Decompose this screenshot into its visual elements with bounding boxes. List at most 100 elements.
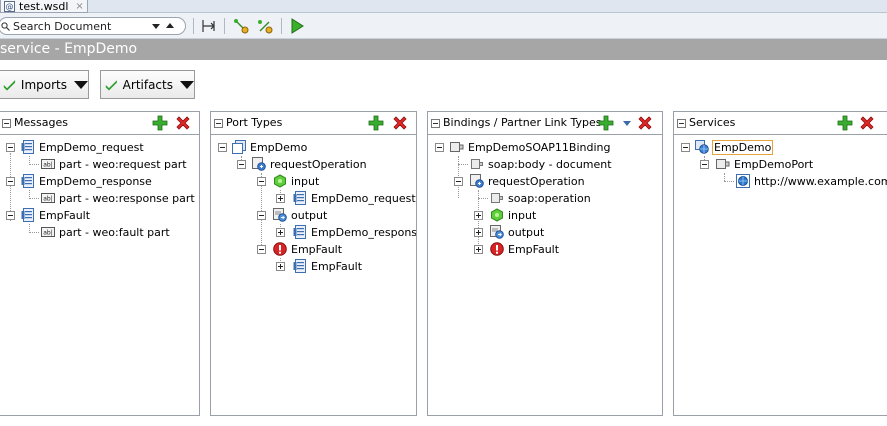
service-header: service - EmpDemo — [0, 39, 887, 60]
tree-node-operation[interactable]: requestOperation — [470, 173, 585, 189]
delete-icon[interactable] — [175, 115, 191, 131]
delete-icon[interactable] — [859, 115, 875, 131]
tree-line — [724, 173, 725, 181]
bindings-title: Bindings / Partner Link Types — [443, 116, 602, 129]
tree-toggle[interactable] — [257, 245, 266, 254]
tree-node-part[interactable]: part - weo:request part — [41, 156, 187, 172]
tree-node-message[interactable]: EmpDemo_response — [21, 173, 152, 189]
tree-node-part[interactable]: part - weo:fault part — [41, 224, 170, 240]
delete-icon[interactable] — [637, 115, 653, 131]
message-icon — [293, 191, 307, 205]
fault-icon — [273, 242, 287, 256]
node-label: input — [291, 174, 320, 188]
tree-toggle[interactable] — [276, 194, 285, 203]
messages-panel: Messages EmpDemo_request part - weo:requ… — [0, 111, 200, 416]
tree-toggle[interactable] — [6, 177, 15, 186]
delete-icon[interactable] — [392, 115, 408, 131]
imports-button[interactable]: Imports — [0, 70, 89, 99]
toolbar: Search Document — [0, 13, 887, 39]
tree-node-message-ref[interactable]: EmpDemo_request — [293, 190, 416, 206]
binding-icon — [450, 140, 464, 154]
expand-all-icon[interactable] — [232, 17, 250, 35]
tree-node-soap-operation[interactable]: soap:operation — [490, 190, 591, 206]
tree-toggle[interactable] — [700, 160, 709, 169]
node-label: soap:body - document — [488, 157, 612, 171]
panel-collapse-icon[interactable] — [2, 119, 11, 128]
tree-toggle[interactable] — [276, 228, 285, 237]
tree-toggle[interactable] — [435, 143, 444, 152]
part-icon — [41, 157, 55, 171]
operation-icon — [252, 157, 266, 171]
tree-node-service[interactable]: EmpDemo — [695, 139, 774, 155]
message-icon — [21, 174, 35, 188]
tree-line — [29, 164, 39, 165]
output-icon — [273, 208, 287, 222]
panel-collapse-icon[interactable] — [431, 119, 440, 128]
tree-node-input[interactable]: input — [490, 207, 536, 223]
panel-collapse-icon[interactable] — [214, 119, 223, 128]
tree-node-part[interactable]: part - weo:response part — [41, 190, 195, 206]
tree-node-input[interactable]: input — [273, 173, 319, 189]
add-icon[interactable] — [598, 115, 614, 131]
tree-node-soap-body[interactable]: soap:body - document — [470, 156, 612, 172]
close-icon[interactable]: × — [75, 1, 83, 12]
tree-node-output[interactable]: output — [273, 207, 327, 223]
chevron-down-icon[interactable] — [623, 121, 631, 126]
add-icon[interactable] — [837, 115, 853, 131]
search-next-icon[interactable] — [152, 24, 160, 29]
services-title: Services — [689, 116, 736, 129]
tree-node-fault[interactable]: EmpFault — [490, 241, 559, 257]
tree-node-binding[interactable]: EmpDemoSOAP11Binding — [450, 139, 611, 155]
tree-node-message[interactable]: EmpDemo_request — [21, 139, 144, 155]
tree-line — [29, 232, 39, 233]
tree-node-operation[interactable]: requestOperation — [252, 156, 367, 172]
tree-toggle[interactable] — [257, 211, 266, 220]
port-icon — [716, 157, 730, 171]
tree-node-fault[interactable]: EmpFault — [273, 241, 342, 257]
node-label: EmpDemo_response — [311, 225, 417, 239]
tree-node-message[interactable]: EmpFault — [21, 207, 90, 223]
tree-toggle[interactable] — [257, 177, 266, 186]
tab-label: test.wsdl — [19, 0, 69, 13]
tree-toggle[interactable] — [237, 160, 246, 169]
tree-toggle[interactable] — [474, 245, 483, 254]
add-icon[interactable] — [368, 115, 384, 131]
node-label: EmpFault — [291, 242, 343, 256]
collapse-all-icon[interactable] — [256, 17, 274, 35]
node-label: output — [291, 208, 328, 222]
node-label: requestOperation — [488, 174, 585, 188]
artifacts-button[interactable]: Artifacts — [100, 70, 195, 99]
tree-node-message-ref[interactable]: EmpDemo_response — [293, 224, 417, 240]
tree-node-output[interactable]: output — [490, 224, 544, 240]
align-icon[interactable] — [200, 17, 218, 35]
services-panel-header: Services — [674, 112, 887, 135]
run-icon[interactable] — [288, 17, 306, 35]
panel-collapse-icon[interactable] — [677, 119, 686, 128]
tree-toggle[interactable] — [218, 143, 227, 152]
search-previous-icon[interactable] — [166, 23, 174, 28]
chevron-down-icon — [180, 80, 194, 89]
tree-node-port[interactable]: EmpDemoPort — [716, 156, 813, 172]
port-types-title: Port Types — [226, 116, 283, 129]
node-label: EmpFault — [508, 242, 560, 256]
search-input[interactable]: Search Document — [13, 20, 111, 33]
tree-node-port-type[interactable]: EmpDemo — [232, 139, 307, 155]
tree-toggle[interactable] — [6, 143, 15, 152]
tree-node-address[interactable]: http://www.example.com — [736, 173, 887, 189]
tree-node-message-ref[interactable]: EmpFault — [293, 258, 362, 274]
message-icon — [293, 225, 307, 239]
bindings-panel: Bindings / Partner Link Types EmpDemoSOA… — [427, 111, 663, 416]
tree-toggle[interactable] — [454, 177, 463, 186]
search-document-field[interactable]: Search Document — [0, 17, 186, 35]
tree-toggle[interactable] — [681, 143, 690, 152]
tree-toggle[interactable] — [6, 211, 15, 220]
add-icon[interactable] — [152, 115, 168, 131]
node-label: EmpDemoSOAP11Binding — [468, 140, 611, 154]
node-label: EmpDemo_request — [311, 191, 416, 205]
tree-toggle[interactable] — [474, 228, 483, 237]
node-label: part - weo:response part — [59, 191, 195, 205]
tab-test-wsdl[interactable]: @ test.wsdl × — [0, 0, 88, 13]
tree-toggle[interactable] — [474, 211, 483, 220]
tree-toggle[interactable] — [276, 262, 285, 271]
input-icon — [273, 174, 287, 188]
